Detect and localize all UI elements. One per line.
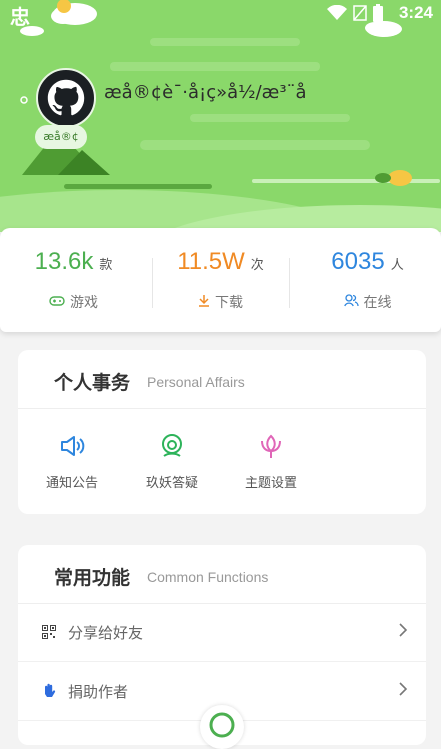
stat-online-label: 在线 — [294, 292, 441, 312]
avatar[interactable] — [36, 68, 96, 128]
notice-button[interactable]: 通知公告 — [27, 432, 117, 491]
common-functions-title: 常用功能 — [54, 567, 131, 589]
personal-affairs-header: 个人事务 Personal Affairs — [18, 350, 426, 409]
stat-games[interactable]: 13.6k 款 游戏 — [0, 228, 147, 332]
status-bar: 忠 3:24 — [0, 0, 441, 29]
share-friends-label: 分享给好友 — [68, 624, 144, 642]
personal-affairs-subtitle: Personal Affairs — [147, 374, 245, 390]
stat-games-label: 游戏 — [0, 292, 147, 312]
qr-code-icon — [42, 624, 56, 643]
chevron-right-icon — [398, 622, 408, 642]
github-icon — [47, 79, 85, 116]
theme-settings-button[interactable]: 主题设置 — [226, 432, 316, 491]
battery-icon — [373, 4, 383, 22]
stat-downloads[interactable]: 11.5W 次 下载 — [147, 228, 294, 332]
gamepad-icon — [49, 295, 65, 311]
carrier-logo: 忠 — [10, 7, 30, 29]
support-icon — [127, 432, 217, 462]
header-banner: 忠 3:24 æå®¢è¯·å¡ç»å½/æ³¨å æå®¢ — [0, 0, 441, 232]
user-badge: æå®¢ — [35, 125, 87, 149]
common-functions-header: 常用功能 Common Functions — [18, 545, 426, 604]
chevron-right-icon — [398, 681, 408, 701]
stat-downloads-value: 11.5W 次 — [177, 248, 264, 275]
share-friends-row[interactable]: 分享给好友 — [18, 603, 426, 662]
download-icon — [198, 295, 210, 311]
wifi-icon — [327, 5, 347, 20]
stats-card: 13.6k 款 游戏 11.5W 次 下载 6035 人 在线 — [0, 228, 441, 332]
lotus-icon — [226, 432, 316, 462]
qa-button[interactable]: 玖妖答疑 — [127, 432, 217, 491]
clock: 3:24 — [398, 3, 433, 22]
users-icon — [343, 294, 359, 311]
floating-action-button[interactable] — [200, 705, 244, 749]
stat-downloads-label: 下载 — [147, 292, 294, 312]
common-functions-subtitle: Common Functions — [147, 569, 269, 585]
status-icons — [327, 4, 383, 22]
login-prompt[interactable]: æå®¢è¯·å¡ç»å½/æ³¨å — [104, 82, 307, 103]
donate-label: 捐助作者 — [68, 683, 129, 701]
stat-online-value: 6035 人 — [331, 248, 404, 275]
stat-games-value: 13.6k 款 — [34, 248, 113, 275]
refresh-icon — [209, 712, 235, 738]
megaphone-icon — [27, 432, 117, 462]
personal-affairs-panel: 个人事务 Personal Affairs 通知公告 玖妖答疑 主题设置 — [18, 350, 426, 514]
stat-online[interactable]: 6035 人 在线 — [294, 228, 441, 332]
personal-affairs-title: 个人事务 — [54, 372, 131, 394]
no-sim-icon — [353, 5, 367, 21]
donate-hand-icon — [42, 683, 56, 703]
